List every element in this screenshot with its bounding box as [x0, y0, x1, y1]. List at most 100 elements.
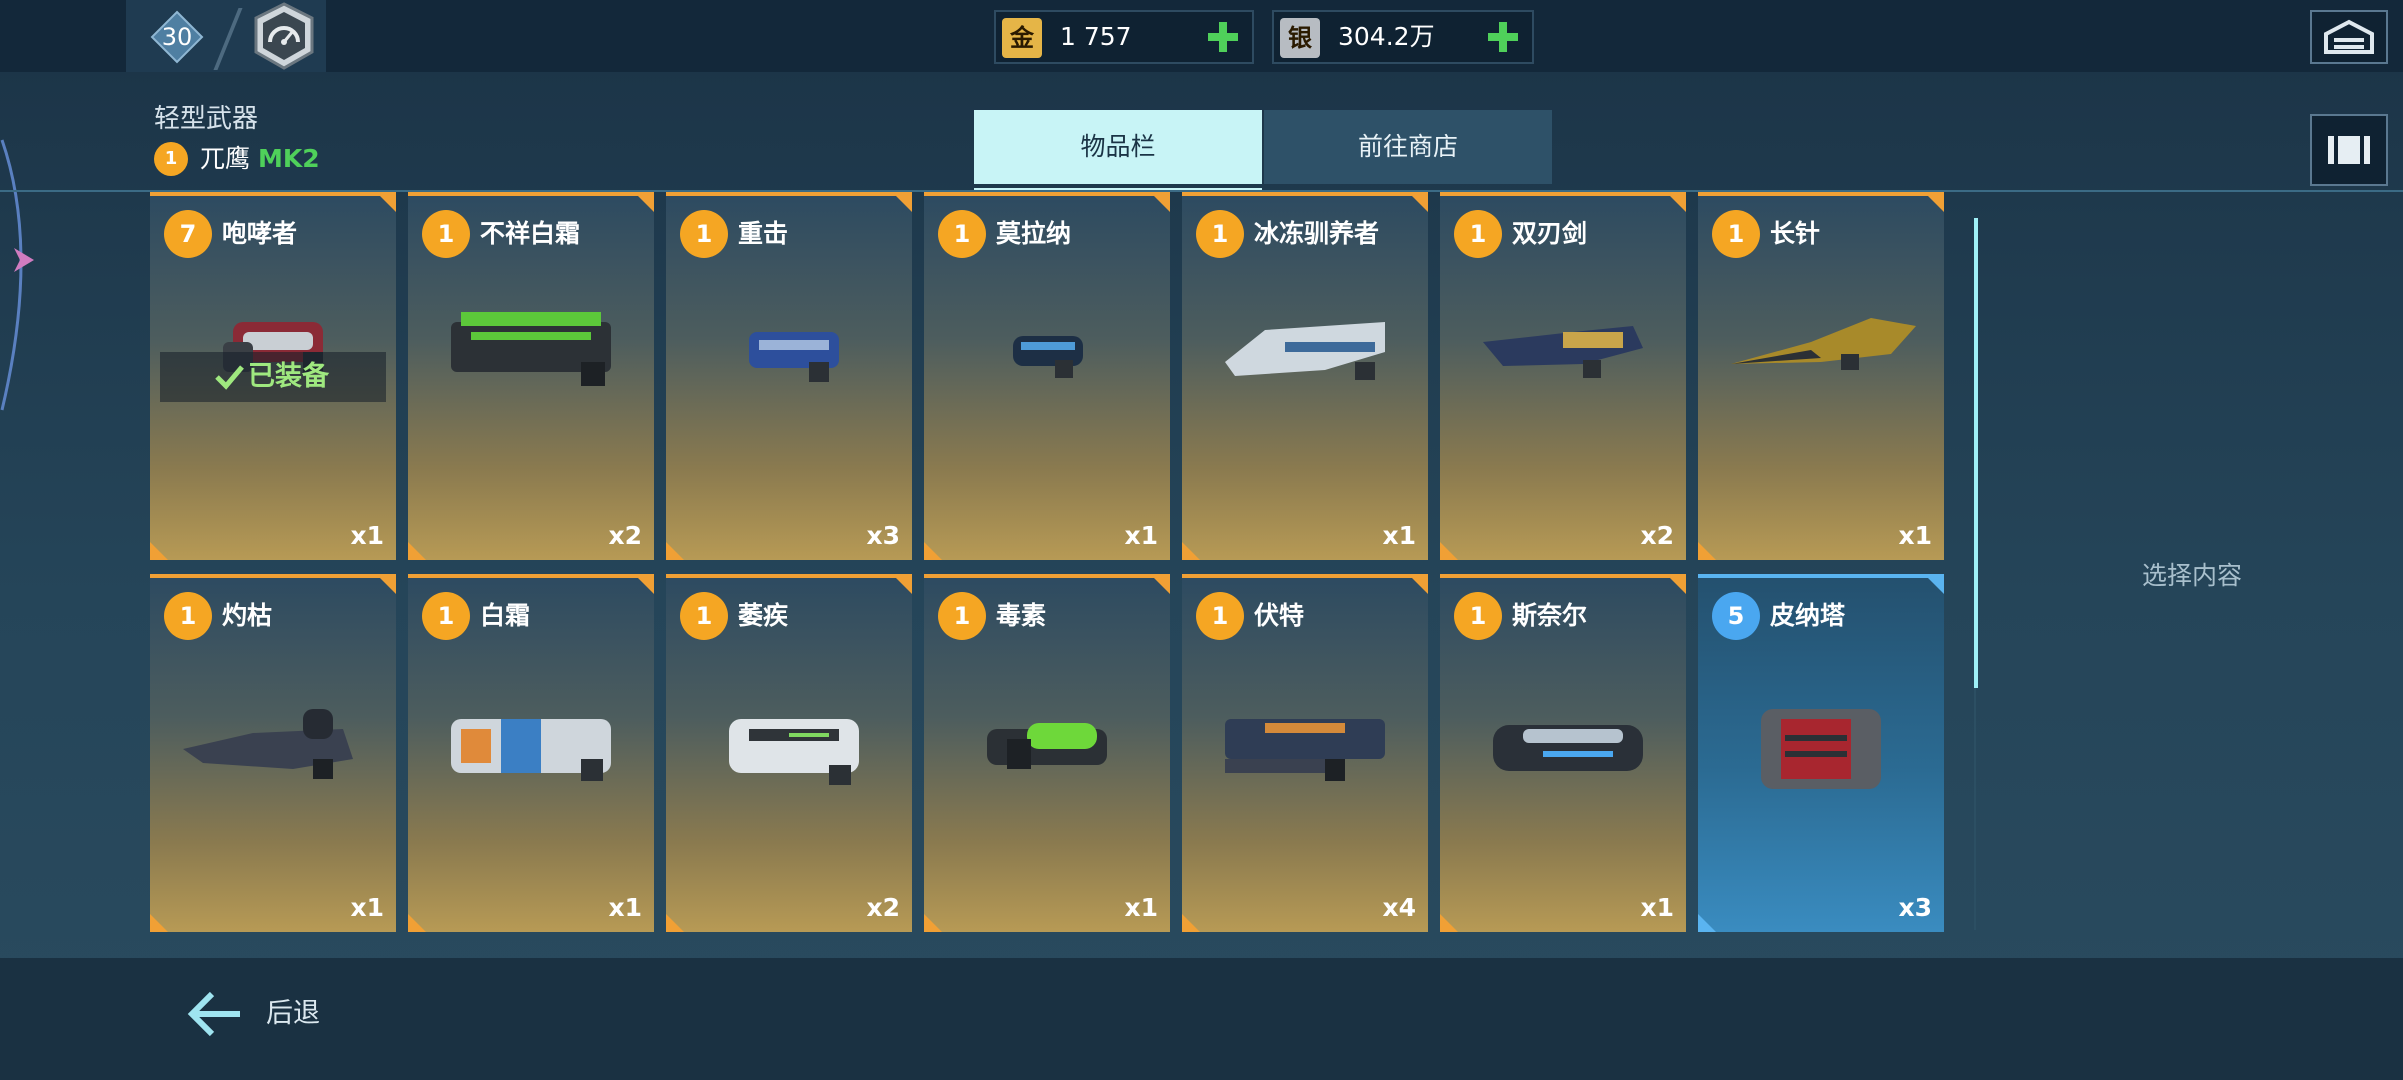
rarity-corner — [376, 574, 396, 594]
weapon-name: 灼枯 — [222, 601, 273, 630]
rarity-bar — [924, 574, 1170, 578]
weapon-name: 重击 — [738, 219, 789, 248]
weapon-image-icon — [729, 719, 859, 785]
weapon-name: 萎疾 — [738, 601, 789, 630]
weapon-level-badge: 1 — [1196, 592, 1244, 640]
weapon-quantity: x1 — [608, 893, 642, 922]
weapon-image-icon — [1225, 322, 1385, 380]
rarity-corner — [892, 574, 912, 594]
rarity-bar — [1440, 192, 1686, 196]
weapon-name: 不祥白霜 — [480, 219, 581, 248]
rarity-corner — [924, 914, 942, 932]
weapon-level-badge: 1 — [1196, 210, 1244, 258]
weapon-level-badge: 1 — [680, 210, 728, 258]
gold-icon: 金 — [1002, 18, 1042, 58]
weapon-level-badge: 7 — [164, 210, 212, 258]
weapon-card[interactable]: 1 灼枯 x1 — [150, 574, 396, 932]
weapon-quantity: x1 — [1640, 893, 1674, 922]
columns-icon — [2328, 136, 2370, 164]
weapon-image-icon — [987, 723, 1107, 769]
weapon-quantity: x3 — [1898, 893, 1932, 922]
weapon-image-icon — [1225, 719, 1385, 781]
weapon-name: 毒素 — [996, 601, 1047, 630]
weapon-card[interactable]: 1 伏特 x4 — [1182, 574, 1428, 932]
weapon-image-icon — [1483, 326, 1643, 378]
rarity-corner — [634, 574, 654, 594]
rarity-bar — [1182, 192, 1428, 196]
weapon-card-growler[interactable]: 7 咆哮者 已装备 x1 — [150, 192, 396, 560]
back-arrow-icon[interactable] — [184, 984, 244, 1044]
weapon-image-icon — [749, 332, 839, 382]
weapon-image-icon — [1731, 318, 1916, 370]
silver-amount: 304.2万 — [1338, 22, 1435, 51]
scrollbar-track[interactable] — [1974, 688, 1976, 930]
weapon-card[interactable]: 5 皮纳塔 x3 — [1698, 574, 1944, 932]
rarity-corner — [1440, 542, 1458, 560]
gold-currency: 金 1 757 — [994, 10, 1254, 64]
scrollbar-thumb[interactable] — [1974, 218, 1978, 688]
side-menu-handle-icon[interactable] — [0, 120, 60, 420]
weapon-quantity: x1 — [1124, 521, 1158, 550]
add-silver-plus-icon[interactable] — [1484, 18, 1522, 56]
weapon-card[interactable]: 1 萎疾 x2 — [666, 574, 912, 932]
rarity-bar — [150, 574, 396, 578]
weapon-name: 斯奈尔 — [1512, 601, 1588, 630]
weapon-name: 伏特 — [1254, 601, 1305, 630]
weapon-level-badge: 1 — [422, 592, 470, 640]
rarity-corner — [1666, 574, 1686, 594]
hangar-icon — [2324, 19, 2374, 54]
hangar-button[interactable] — [2310, 10, 2388, 64]
rarity-corner — [1924, 192, 1944, 212]
rarity-corner — [408, 542, 426, 560]
weapon-card[interactable]: 1 斯奈尔 x1 — [1440, 574, 1686, 932]
rarity-corner — [1698, 914, 1716, 932]
tab-go-to-shop[interactable]: 前往商店 — [1264, 110, 1552, 184]
rarity-bar — [408, 574, 654, 578]
weapon-level-badge: 1 — [422, 210, 470, 258]
weapon-name: 莫拉纳 — [996, 219, 1072, 248]
weapon-card[interactable]: 1 重击 x3 — [666, 192, 912, 560]
back-button[interactable]: 后退 — [266, 994, 320, 1034]
weapon-card[interactable]: 1 白霜 x1 — [408, 574, 654, 932]
weapon-image-icon — [183, 709, 353, 779]
weapon-quantity: x4 — [1382, 893, 1416, 922]
weapon-quantity: x2 — [866, 893, 900, 922]
silver-currency: 银 304.2万 — [1272, 10, 1534, 64]
robot-mk-label: MK2 — [257, 144, 320, 173]
rarity-corner — [1924, 574, 1944, 594]
player-level: 30 — [161, 23, 193, 51]
layout-toggle-button[interactable] — [2310, 114, 2388, 186]
weapon-card[interactable]: 1 双刃剑 x2 — [1440, 192, 1686, 560]
weapon-quantity: x1 — [350, 521, 384, 550]
weapon-level-badge: 1 — [164, 592, 212, 640]
weapon-card[interactable]: 1 长针 x1 — [1698, 192, 1944, 560]
weapon-card[interactable]: 1 不祥白霜 x2 — [408, 192, 654, 560]
weapon-card[interactable]: 1 毒素 x1 — [924, 574, 1170, 932]
weapon-quantity: x2 — [608, 521, 642, 550]
robot-name: 兀鹰 MK2 — [200, 142, 320, 176]
rarity-corner — [1150, 574, 1170, 594]
robot-name-text: 兀鹰 — [200, 144, 251, 173]
add-gold-plus-icon[interactable] — [1204, 18, 1242, 56]
equipped-label: 已装备 — [248, 361, 329, 392]
weapon-card[interactable]: 1 冰冻驯养者 x1 — [1182, 192, 1428, 560]
equipped-overlay: 已装备 — [160, 352, 386, 402]
weapon-level-badge: 1 — [680, 592, 728, 640]
rarity-corner — [408, 914, 426, 932]
weapon-image-icon — [451, 719, 611, 781]
weapon-name: 冰冻驯养者 — [1254, 219, 1380, 248]
weapon-card[interactable]: 1 莫拉纳 x1 — [924, 192, 1170, 560]
player-level-panel[interactable]: 30 — [126, 0, 326, 72]
tab-inventory[interactable]: 物品栏 — [974, 110, 1262, 192]
weapon-quantity: x1 — [350, 893, 384, 922]
weapon-level-badge: 1 — [1712, 210, 1760, 258]
divider — [213, 8, 243, 70]
rarity-corner — [634, 192, 654, 212]
rarity-bar — [666, 574, 912, 578]
weapon-level-badge: 5 — [1712, 592, 1760, 640]
weapon-category-title: 轻型武器 — [154, 104, 259, 134]
robot-level-badge: 1 — [154, 142, 188, 176]
silver-icon: 银 — [1280, 18, 1320, 58]
rank-badge-icon[interactable] — [250, 2, 318, 70]
weapon-name: 双刃剑 — [1512, 219, 1588, 248]
